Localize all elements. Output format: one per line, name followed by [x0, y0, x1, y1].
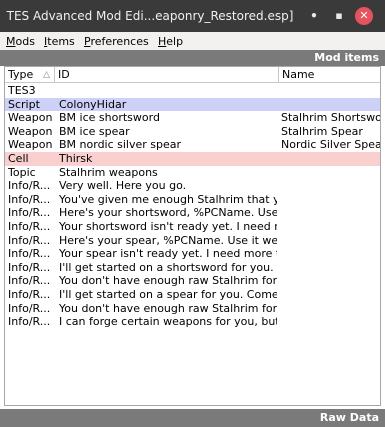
cell-type: Info/R... — [8, 287, 51, 301]
cell-id: Here's your spear, %PCName. Use it well. — [59, 233, 277, 247]
menu-help-label: elp — [166, 35, 184, 48]
list-item[interactable]: Info/R... You don't have enough raw Stalh… — [5, 302, 380, 316]
list-item[interactable]: Info/R... I'll get started on a shortswor… — [5, 261, 380, 275]
list-item[interactable]: Info/R... Very well. Here you go. — [5, 179, 380, 193]
list-item[interactable]: Topic Stalhrim weapons — [5, 166, 380, 180]
cell-id: Very well. Here you go. — [59, 179, 187, 193]
cell-name: Stalhrim Spear — [281, 124, 363, 138]
column-header-name[interactable]: Name — [279, 67, 380, 83]
mod-items-header: Mod items — [0, 50, 385, 66]
close-icon[interactable]: ✕ — [355, 7, 373, 25]
menu-mods-mnemonic: M — [6, 35, 16, 48]
column-header-id[interactable]: ID — [55, 67, 279, 83]
cell-id: BM ice spear — [59, 124, 130, 138]
cell-type: Info/R... — [8, 301, 51, 315]
list-item[interactable]: Info/R... You've given me enough Stalhrim… — [5, 193, 380, 207]
cell-type: Topic — [8, 165, 36, 179]
mod-items-list[interactable]: Type △ ID Name TES3 Script ColonyHidar Weap… — [4, 66, 381, 406]
list-item[interactable]: Info/R... I can forge certain weapons for… — [5, 315, 380, 329]
cell-type: TES3 — [8, 84, 36, 97]
list-item[interactable]: Script ColonyHidar — [5, 97, 380, 112]
menu-preferences[interactable]: Preferences — [84, 35, 149, 48]
cell-id: Here's your shortsword, %PCName. Use it … — [59, 206, 277, 220]
list-item[interactable]: Info/R... Here's your spear, %PCName. Use… — [5, 234, 380, 248]
cell-id: BM ice shortsword — [59, 111, 160, 125]
cell-id: I'll get started on a shortsword for you… — [59, 260, 277, 274]
cell-id: BM nordic silver spear — [59, 138, 182, 152]
list-item[interactable]: Info/R... Here's your shortsword, %PCName… — [5, 206, 380, 220]
cell-id: I'll get started on a spear for you. Com… — [59, 287, 277, 301]
cell-id: Your spear isn't ready yet. I need more … — [59, 247, 277, 261]
column-header-type[interactable]: Type △ — [5, 67, 55, 83]
cell-name: Stalhrim Shortsword — [281, 111, 380, 125]
menu-preferences-label: references — [90, 35, 149, 48]
cell-type: Info/R... — [8, 179, 51, 193]
list-rows: TES3 Script ColonyHidar Weapon BM ice shorts… — [5, 84, 380, 329]
menu-items-label: tems — [47, 35, 75, 48]
cell-id: Stalhrim weapons — [59, 165, 158, 179]
cell-id: You don't have enough raw Stalhrim for m… — [59, 301, 277, 315]
column-header-type-label: Type — [8, 68, 34, 81]
cell-type: Info/R... — [8, 219, 51, 233]
list-item[interactable]: Info/R... You don't have enough raw Stalh… — [5, 274, 380, 288]
cell-type: Info/R... — [8, 274, 51, 288]
cell-type: Weapon — [8, 138, 53, 152]
cell-type: Info/R... — [8, 192, 51, 206]
cell-id: ColonyHidar — [59, 97, 127, 111]
list-item[interactable]: Info/R... Your spear isn't ready yet. I n… — [5, 247, 380, 261]
raw-data-header: Raw Data — [0, 409, 385, 427]
minimize-icon[interactable]: • — [305, 7, 323, 25]
column-header-name-label: Name — [282, 68, 315, 81]
cell-type: Cell — [8, 151, 29, 165]
list-item[interactable]: Cell Thirsk — [5, 151, 380, 166]
cell-type: Weapon — [8, 111, 53, 125]
cell-type: Info/R... — [8, 247, 51, 261]
menu-mods[interactable]: Mods — [6, 35, 35, 48]
cell-type: Info/R... — [8, 233, 51, 247]
menu-items[interactable]: Items — [44, 35, 75, 48]
list-item[interactable]: Info/R... Your shortsword isn't ready yet… — [5, 220, 380, 234]
maximize-icon[interactable]: ▪ — [330, 7, 348, 25]
cell-type: Info/R... — [8, 315, 51, 329]
menu-mods-label: ods — [15, 35, 35, 48]
menu-help[interactable]: Help — [158, 35, 183, 48]
list-item[interactable]: Weapon BM ice spear Stalhrim Spear — [5, 125, 380, 139]
window-title: TES Advanced Mod Edi...eaponry_Restored.… — [6, 9, 294, 23]
cell-name: Nordic Silver Spear — [281, 138, 380, 152]
title-bar: TES Advanced Mod Edi...eaponry_Restored.… — [0, 0, 385, 32]
list-item[interactable]: Weapon BM nordic silver spear Nordic Silve… — [5, 138, 380, 152]
cell-id: I can forge certain weapons for you, but… — [59, 315, 277, 329]
cell-id: You've given me enough Stalhrim that you… — [59, 192, 277, 206]
column-header-id-label: ID — [58, 68, 70, 81]
list-item[interactable]: Info/R... I'll get started on a spear for… — [5, 288, 380, 302]
list-item[interactable]: Weapon BM ice shortsword Stalhrim Shortswo… — [5, 111, 380, 125]
menu-bar: Mods Items Preferences Help — [0, 32, 385, 51]
sort-ascending-icon: △ — [43, 70, 50, 80]
list-item[interactable]: TES3 — [5, 84, 380, 98]
cell-type: Info/R... — [8, 260, 51, 274]
cell-type: Info/R... — [8, 206, 51, 220]
cell-id: Your shortsword isn't ready yet. I need … — [59, 219, 277, 233]
cell-id: Thirsk — [59, 151, 93, 165]
cell-type: Weapon — [8, 124, 53, 138]
cell-id: You don't have enough raw Stalhrim for m… — [59, 274, 277, 288]
cell-type: Script — [8, 97, 40, 111]
